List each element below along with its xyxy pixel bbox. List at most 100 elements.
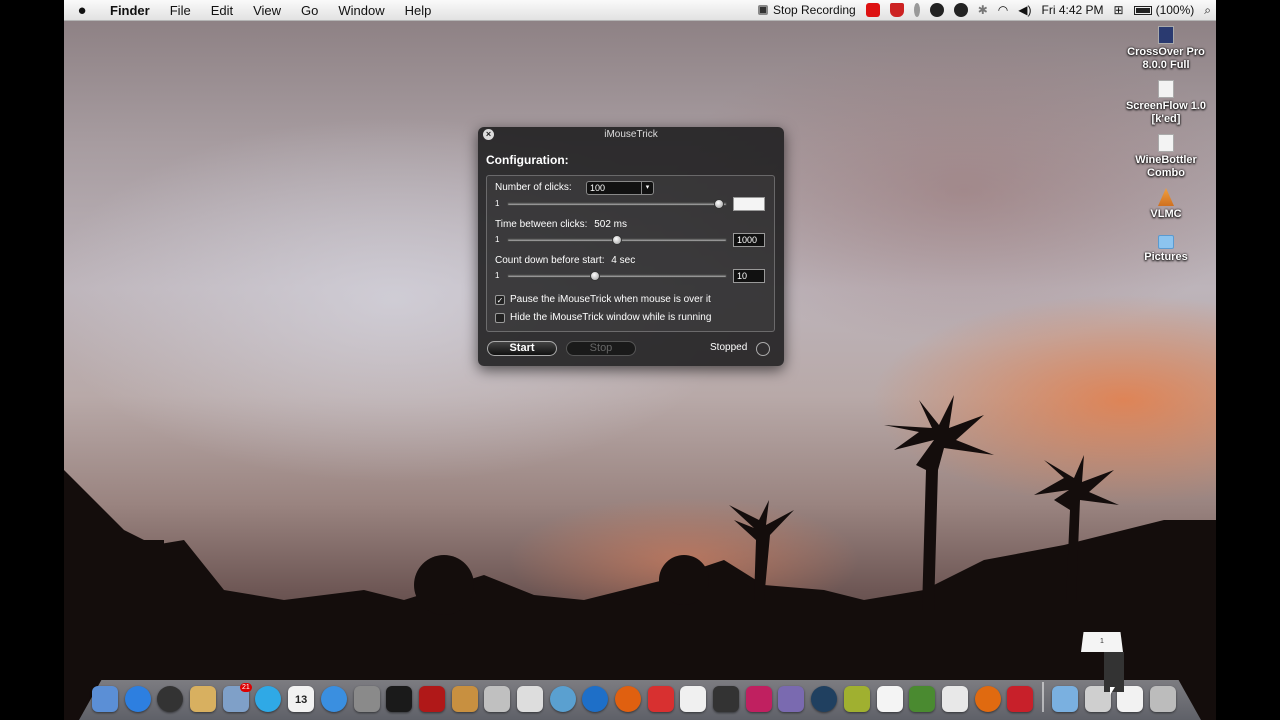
desktop-icon-label: CrossOver Pro 8.0.0 Full — [1127, 46, 1205, 71]
progress-indicator-icon — [756, 342, 770, 356]
status-item-mic[interactable] — [909, 3, 925, 17]
garageband-icon[interactable] — [451, 686, 478, 712]
trash-icon[interactable] — [1150, 686, 1176, 712]
wifi-icon: ◠ — [997, 2, 1009, 17]
hide-while-running-label: Hide the iMouseTrick window while is run… — [510, 312, 712, 323]
start-button[interactable]: Start — [487, 341, 557, 356]
menu-view[interactable]: View — [243, 0, 291, 21]
finder-icon[interactable] — [92, 686, 118, 712]
facetime-icon[interactable] — [484, 686, 511, 712]
status-item-volume[interactable]: ◀) — [1013, 0, 1036, 21]
configuration-panel: Number of clicks: 100 ▾ 1 Time between c… — [486, 175, 775, 332]
menu-help[interactable]: Help — [395, 0, 442, 21]
adium-icon[interactable] — [549, 686, 576, 712]
mouse-cursor-icon — [1110, 687, 1115, 695]
battery-status[interactable]: (100%) — [1129, 0, 1200, 21]
menu-app-name[interactable]: Finder — [100, 0, 160, 21]
mouse-icon[interactable] — [680, 686, 707, 712]
clicks-slider-knob[interactable] — [714, 199, 725, 209]
app-status-icon — [865, 3, 880, 17]
desktop-icon-label: WineBottler Combo — [1135, 154, 1197, 179]
desktop-icon-winebottler[interactable]: WineBottler Combo — [1116, 134, 1216, 180]
close-icon[interactable]: × — [483, 129, 494, 140]
pause-on-hover-checkbox[interactable]: ✓ — [495, 294, 505, 305]
quicktime-icon[interactable] — [582, 686, 609, 712]
countdown-max-field[interactable]: 10 — [733, 269, 765, 283]
interval-row: Time between clicks: 502 ms — [495, 219, 627, 230]
status-item-dot1[interactable] — [925, 3, 949, 17]
stop-button[interactable]: Stop — [566, 341, 636, 356]
interval-slider-knob[interactable] — [612, 235, 622, 245]
soccer-ball-icon — [953, 3, 968, 17]
desktop-icon-label: Pictures — [1144, 251, 1188, 263]
clicks-combo[interactable]: 100 ▾ — [586, 181, 654, 195]
desktop-icon-vlmc[interactable]: VLMC — [1116, 188, 1216, 221]
hide-while-running-option[interactable]: Hide the iMouseTrick window while is run… — [495, 312, 711, 323]
photo-booth-icon[interactable] — [418, 686, 445, 712]
bluetooth-icon: ✱ — [977, 2, 988, 17]
status-item-shield[interactable] — [885, 3, 909, 17]
window-titlebar[interactable]: × iMouseTrick — [478, 127, 784, 143]
document-icon — [1158, 80, 1174, 98]
clicks-slider[interactable] — [507, 199, 727, 209]
desktop-icon-pictures[interactable]: Pictures — [1116, 235, 1216, 264]
chevron-down-icon[interactable]: ▾ — [641, 182, 653, 194]
burn-icon[interactable] — [615, 686, 641, 712]
desktop-icon-screenflow[interactable]: ScreenFlow 1.0 [k'ed] — [1116, 80, 1216, 126]
clock[interactable]: Fri 4:42 PM — [1037, 0, 1109, 21]
system-preferences-icon[interactable] — [353, 686, 380, 712]
interval-label: Time between clicks: — [495, 219, 588, 230]
dashboard-icon[interactable] — [157, 686, 184, 712]
countdown-slider-knob[interactable] — [590, 271, 601, 281]
menu-file[interactable]: File — [160, 0, 201, 21]
interval-slider[interactable] — [507, 235, 727, 245]
desktop-icon-label: ScreenFlow 1.0 [k'ed] — [1125, 100, 1207, 125]
countdown-slider[interactable] — [507, 271, 727, 281]
status-item-bluetooth[interactable]: ✱ — [973, 0, 993, 21]
battery-icon — [1133, 5, 1152, 15]
apple-menu-icon[interactable]: ● — [64, 2, 100, 19]
hide-while-running-checkbox[interactable] — [495, 312, 505, 323]
script-icon[interactable] — [941, 686, 968, 712]
status-item-dot2[interactable] — [949, 3, 973, 17]
notes-icon[interactable] — [876, 686, 903, 712]
status-item-wifi[interactable]: ◠ — [993, 0, 1013, 21]
firefox-icon[interactable] — [974, 686, 1001, 712]
calendar-date: 13 — [295, 694, 308, 706]
pause-on-hover-option[interactable]: ✓ Pause the iMouseTrick when mouse is ov… — [495, 294, 711, 305]
mail-icon[interactable]: 21 — [222, 683, 252, 712]
app-store-icon[interactable] — [124, 686, 151, 712]
skype-icon[interactable] — [255, 686, 282, 712]
stop-recording-item[interactable]: Stop Recording — [753, 0, 861, 21]
calendar-icon[interactable]: 13 — [288, 686, 315, 712]
battery-label: (100%) — [1155, 2, 1195, 17]
screen-icon[interactable] — [713, 686, 740, 712]
menu-window[interactable]: Window — [328, 0, 394, 21]
menu-go[interactable]: Go — [291, 0, 328, 21]
pause-on-hover-label: Pause the iMouseTrick when mouse is over… — [510, 294, 711, 305]
spotlight-button[interactable]: ⌕ — [1199, 0, 1216, 21]
calculator-icon[interactable] — [516, 686, 543, 712]
moon-icon[interactable] — [811, 686, 838, 712]
status-item-red[interactable] — [861, 3, 885, 17]
clicks-field[interactable] — [733, 197, 765, 211]
configuration-heading: Configuration: — [486, 153, 569, 167]
star-app-icon[interactable] — [745, 686, 772, 712]
dock: 21 13 — [92, 676, 1202, 712]
clicks-label: Number of clicks: — [495, 182, 572, 193]
warning-icon[interactable] — [647, 686, 674, 712]
status-item-input[interactable]: ⊞ — [1109, 0, 1129, 21]
menu-edit[interactable]: Edit — [201, 0, 243, 21]
applications-folder-icon[interactable] — [1051, 686, 1078, 712]
contacts-icon[interactable] — [190, 686, 217, 712]
ninja-star-icon[interactable] — [843, 686, 870, 712]
desktop-icon-crossover[interactable]: CrossOver Pro 8.0.0 Full — [1116, 26, 1216, 72]
minecraft-icon[interactable] — [909, 686, 936, 712]
itunes-icon[interactable] — [320, 686, 347, 712]
countdown-row: Count down before start: 4 sec — [495, 255, 635, 266]
interval-max-field[interactable]: 1000 — [733, 233, 765, 247]
countdown-readout: 4 sec — [611, 255, 636, 266]
sbp-icon[interactable] — [1007, 686, 1034, 712]
terminal-icon[interactable] — [386, 686, 413, 712]
pencil-app-icon[interactable] — [778, 686, 805, 712]
